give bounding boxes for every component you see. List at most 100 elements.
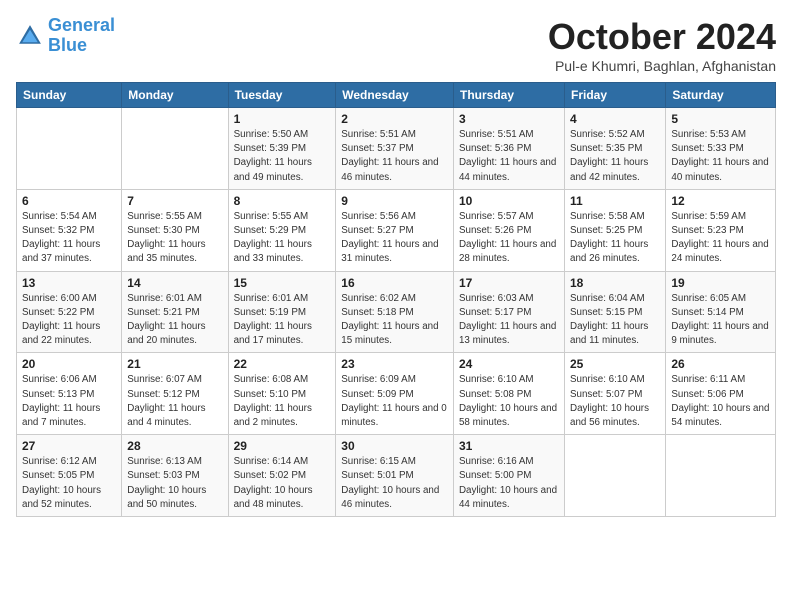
day-number: 4	[570, 112, 660, 126]
calendar-cell: 16 Sunrise: 6:02 AMSunset: 5:18 PMDayligh…	[336, 271, 454, 353]
calendar-cell: 6 Sunrise: 5:54 AMSunset: 5:32 PMDaylight…	[17, 189, 122, 271]
weekday-header-tuesday: Tuesday	[228, 83, 336, 108]
day-number: 25	[570, 357, 660, 371]
day-info: Sunrise: 6:01 AMSunset: 5:21 PMDaylight:…	[127, 292, 222, 349]
calendar-cell: 21 Sunrise: 6:07 AMSunset: 5:12 PMDayligh…	[122, 353, 228, 435]
calendar-table: SundayMondayTuesdayWednesdayThursdayFrid…	[16, 82, 776, 517]
day-info: Sunrise: 6:08 AMSunset: 5:10 PMDaylight:…	[234, 373, 331, 430]
day-info: Sunrise: 5:58 AMSunset: 5:25 PMDaylight:…	[570, 210, 660, 267]
day-number: 31	[459, 439, 559, 453]
day-info: Sunrise: 6:06 AMSunset: 5:13 PMDaylight:…	[22, 373, 116, 430]
day-number: 8	[234, 194, 331, 208]
calendar-cell: 22 Sunrise: 6:08 AMSunset: 5:10 PMDayligh…	[228, 353, 336, 435]
calendar-cell: 11Sunrise: 5:58 AMSunset: 5:25 PMDayligh…	[565, 189, 666, 271]
weekday-header-thursday: Thursday	[453, 83, 564, 108]
title-block: October 2024 Pul-e Khumri, Baghlan, Afgh…	[548, 16, 776, 74]
calendar-cell	[565, 435, 666, 517]
day-info: Sunrise: 6:16 AMSunset: 5:00 PMDaylight:…	[459, 455, 559, 512]
calendar-cell: 1 Sunrise: 5:50 AMSunset: 5:39 PMDaylight…	[228, 108, 336, 190]
calendar-cell: 18 Sunrise: 6:04 AMSunset: 5:15 PMDayligh…	[565, 271, 666, 353]
day-number: 22	[234, 357, 331, 371]
calendar-cell: 13 Sunrise: 6:00 AMSunset: 5:22 PMDayligh…	[17, 271, 122, 353]
day-info: Sunrise: 5:54 AMSunset: 5:32 PMDaylight:…	[22, 210, 116, 267]
day-info: Sunrise: 5:55 AMSunset: 5:29 PMDaylight:…	[234, 210, 331, 267]
location-subtitle: Pul-e Khumri, Baghlan, Afghanistan	[548, 58, 776, 74]
weekday-header-friday: Friday	[565, 83, 666, 108]
day-number: 24	[459, 357, 559, 371]
calendar-week-5: 27 Sunrise: 6:12 AMSunset: 5:05 PMDayligh…	[17, 435, 776, 517]
weekday-header-saturday: Saturday	[666, 83, 776, 108]
calendar-cell: 31 Sunrise: 6:16 AMSunset: 5:00 PMDayligh…	[453, 435, 564, 517]
day-info: Sunrise: 5:52 AMSunset: 5:35 PMDaylight:…	[570, 128, 660, 185]
page-header: General Blue October 2024 Pul-e Khumri, …	[16, 16, 776, 74]
day-info: Sunrise: 5:53 AMSunset: 5:33 PMDaylight:…	[671, 128, 770, 185]
day-number: 28	[127, 439, 222, 453]
day-number: 3	[459, 112, 559, 126]
calendar-cell: 8 Sunrise: 5:55 AMSunset: 5:29 PMDaylight…	[228, 189, 336, 271]
weekday-header-wednesday: Wednesday	[336, 83, 454, 108]
calendar-cell: 12 Sunrise: 5:59 AMSunset: 5:23 PMDayligh…	[666, 189, 776, 271]
calendar-cell: 3 Sunrise: 5:51 AMSunset: 5:36 PMDaylight…	[453, 108, 564, 190]
day-info: Sunrise: 5:59 AMSunset: 5:23 PMDaylight:…	[671, 210, 770, 267]
day-number: 20	[22, 357, 116, 371]
day-info: Sunrise: 6:04 AMSunset: 5:15 PMDaylight:…	[570, 292, 660, 349]
calendar-cell: 9 Sunrise: 5:56 AMSunset: 5:27 PMDaylight…	[336, 189, 454, 271]
calendar-cell: 28 Sunrise: 6:13 AMSunset: 5:03 PMDayligh…	[122, 435, 228, 517]
day-info: Sunrise: 6:10 AMSunset: 5:07 PMDaylight:…	[570, 373, 660, 430]
day-info: Sunrise: 6:12 AMSunset: 5:05 PMDaylight:…	[22, 455, 116, 512]
calendar-cell: 23 Sunrise: 6:09 AMSunset: 5:09 PMDayligh…	[336, 353, 454, 435]
day-number: 19	[671, 276, 770, 290]
day-number: 12	[671, 194, 770, 208]
day-info: Sunrise: 5:55 AMSunset: 5:30 PMDaylight:…	[127, 210, 222, 267]
day-info: Sunrise: 6:00 AMSunset: 5:22 PMDaylight:…	[22, 292, 116, 349]
calendar-week-4: 20 Sunrise: 6:06 AMSunset: 5:13 PMDayligh…	[17, 353, 776, 435]
day-number: 13	[22, 276, 116, 290]
calendar-cell: 27 Sunrise: 6:12 AMSunset: 5:05 PMDayligh…	[17, 435, 122, 517]
day-info: Sunrise: 5:50 AMSunset: 5:39 PMDaylight:…	[234, 128, 331, 185]
day-info: Sunrise: 5:56 AMSunset: 5:27 PMDaylight:…	[341, 210, 448, 267]
calendar-cell: 5 Sunrise: 5:53 AMSunset: 5:33 PMDaylight…	[666, 108, 776, 190]
day-info: Sunrise: 5:51 AMSunset: 5:36 PMDaylight:…	[459, 128, 559, 185]
calendar-cell: 10Sunrise: 5:57 AMSunset: 5:26 PMDayligh…	[453, 189, 564, 271]
calendar-cell: 25 Sunrise: 6:10 AMSunset: 5:07 PMDayligh…	[565, 353, 666, 435]
logo-text: General Blue	[48, 16, 115, 56]
logo: General Blue	[16, 16, 115, 56]
logo-line1: General	[48, 15, 115, 35]
day-number: 6	[22, 194, 116, 208]
logo-icon	[16, 22, 44, 50]
calendar-cell: 19Sunrise: 6:05 AMSunset: 5:14 PMDayligh…	[666, 271, 776, 353]
day-number: 16	[341, 276, 448, 290]
calendar-cell: 7Sunrise: 5:55 AMSunset: 5:30 PMDaylight…	[122, 189, 228, 271]
calendar-cell: 2Sunrise: 5:51 AMSunset: 5:37 PMDaylight…	[336, 108, 454, 190]
calendar-cell: 29 Sunrise: 6:14 AMSunset: 5:02 PMDayligh…	[228, 435, 336, 517]
day-number: 17	[459, 276, 559, 290]
day-number: 21	[127, 357, 222, 371]
calendar-cell	[17, 108, 122, 190]
calendar-cell: 20 Sunrise: 6:06 AMSunset: 5:13 PMDayligh…	[17, 353, 122, 435]
calendar-cell: 24 Sunrise: 6:10 AMSunset: 5:08 PMDayligh…	[453, 353, 564, 435]
day-number: 1	[234, 112, 331, 126]
day-info: Sunrise: 6:09 AMSunset: 5:09 PMDaylight:…	[341, 373, 448, 430]
day-number: 23	[341, 357, 448, 371]
calendar-cell	[122, 108, 228, 190]
day-number: 18	[570, 276, 660, 290]
day-number: 29	[234, 439, 331, 453]
calendar-cell: 30Sunrise: 6:15 AMSunset: 5:01 PMDayligh…	[336, 435, 454, 517]
day-info: Sunrise: 6:11 AMSunset: 5:06 PMDaylight:…	[671, 373, 770, 430]
day-info: Sunrise: 6:15 AMSunset: 5:01 PMDaylight:…	[341, 455, 448, 512]
day-number: 27	[22, 439, 116, 453]
weekday-header-sunday: Sunday	[17, 83, 122, 108]
day-info: Sunrise: 6:13 AMSunset: 5:03 PMDaylight:…	[127, 455, 222, 512]
calendar-cell: 4 Sunrise: 5:52 AMSunset: 5:35 PMDaylight…	[565, 108, 666, 190]
day-info: Sunrise: 6:14 AMSunset: 5:02 PMDaylight:…	[234, 455, 331, 512]
day-info: Sunrise: 6:02 AMSunset: 5:18 PMDaylight:…	[341, 292, 448, 349]
calendar-week-1: 1 Sunrise: 5:50 AMSunset: 5:39 PMDaylight…	[17, 108, 776, 190]
day-info: Sunrise: 6:10 AMSunset: 5:08 PMDaylight:…	[459, 373, 559, 430]
day-info: Sunrise: 5:51 AMSunset: 5:37 PMDaylight:…	[341, 128, 448, 185]
weekday-header-monday: Monday	[122, 83, 228, 108]
day-number: 9	[341, 194, 448, 208]
day-number: 14	[127, 276, 222, 290]
day-info: Sunrise: 6:07 AMSunset: 5:12 PMDaylight:…	[127, 373, 222, 430]
day-number: 5	[671, 112, 770, 126]
day-number: 15	[234, 276, 331, 290]
